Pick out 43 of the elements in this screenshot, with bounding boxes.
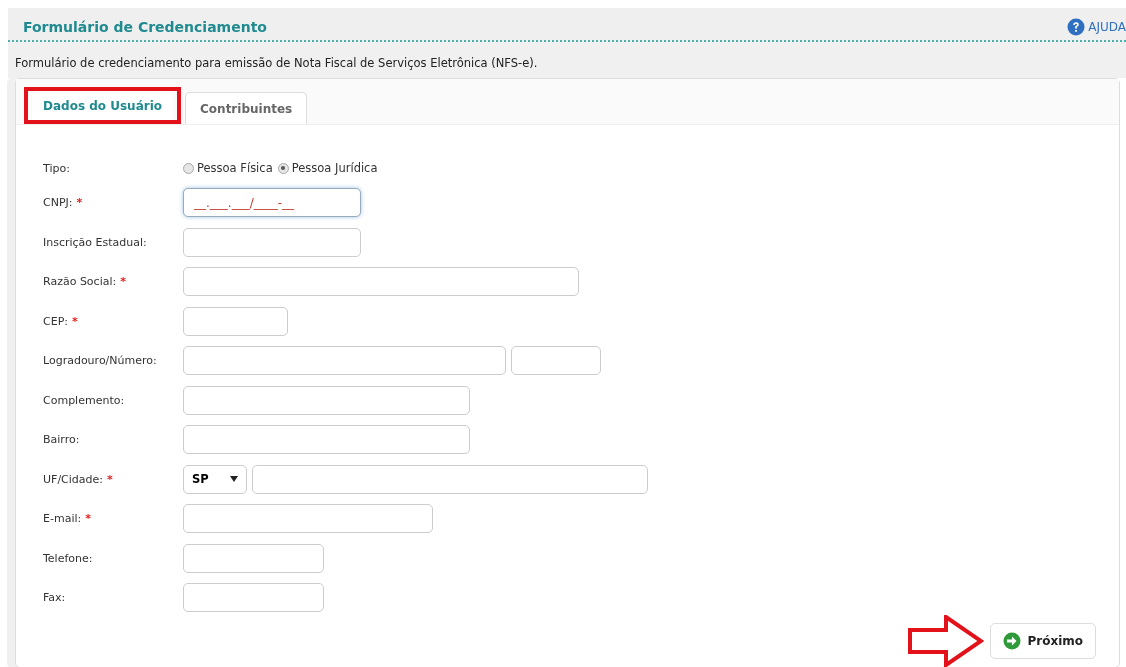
caret-icon: [230, 476, 238, 483]
required-mark: *: [120, 275, 126, 289]
tab[interactable]: Dados do Usuário: [32, 91, 174, 120]
field-label: Tipo:: [43, 161, 70, 175]
page-title: Formulário de Credenciamento: [23, 19, 267, 35]
tab[interactable]: Contribuintes: [185, 92, 308, 124]
radio-button[interactable]: [183, 162, 194, 174]
field-label: Bairro:: [43, 433, 80, 447]
field-label: E-mail:: [43, 512, 82, 526]
required-mark: *: [107, 472, 113, 486]
input-field[interactable]: [183, 583, 324, 613]
field-label: UF/Cidade:: [43, 472, 103, 486]
description-text: Formulário de credenciamento para emissão de Nota Fiscal de Serviços Eletrônica (NFS-e).: [8, 42, 1126, 78]
input-field[interactable]: [183, 346, 506, 376]
help-link[interactable]: AJUDA: [1067, 18, 1126, 36]
input-field[interactable]: [183, 425, 470, 455]
next-button[interactable]: Próximo: [990, 623, 1096, 659]
radio-label[interactable]: Pessoa Física: [197, 161, 273, 175]
input-field[interactable]: [183, 385, 470, 415]
required-mark: *: [76, 196, 83, 210]
field-label: Inscrição Estadual:: [43, 235, 147, 249]
field-label: CEP:: [43, 314, 68, 328]
help-icon: [1067, 18, 1086, 36]
field-label: Fax:: [43, 591, 66, 605]
input-field[interactable]: [183, 267, 579, 297]
field-label: Telefone:: [43, 551, 93, 565]
field-label: Complemento:: [43, 393, 125, 407]
input-field[interactable]: [183, 306, 288, 336]
radio-button[interactable]: [277, 162, 289, 174]
input-field[interactable]: [252, 464, 648, 494]
input-field[interactable]: [183, 543, 324, 573]
input-field[interactable]: [183, 227, 361, 257]
input-field[interactable]: __.___.___/____-__: [183, 188, 361, 218]
required-mark: *: [85, 512, 91, 526]
arrow-right-icon: [1003, 632, 1022, 650]
state-select[interactable]: SP: [183, 464, 247, 494]
field-label: CNPJ:: [43, 196, 73, 210]
required-mark: *: [72, 314, 78, 328]
input-field[interactable]: [511, 346, 601, 376]
field-label: Razão Social:: [43, 275, 117, 289]
field-label: Logradouro/Número:: [43, 354, 157, 368]
radio-label[interactable]: Pessoa Jurídica: [291, 161, 378, 175]
input-field[interactable]: [183, 504, 433, 534]
